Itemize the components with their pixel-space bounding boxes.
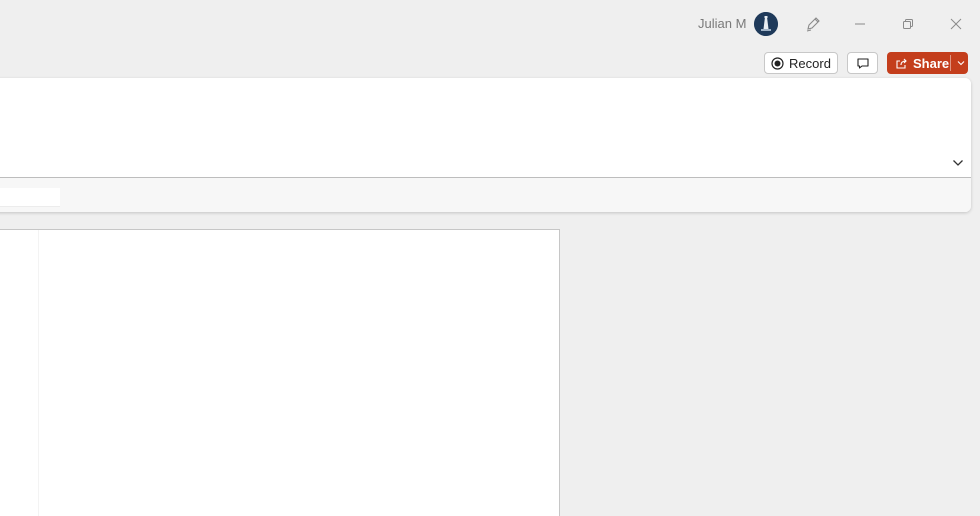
chevron-down-icon (953, 160, 963, 166)
minimize-icon (855, 23, 865, 25)
share-button[interactable]: Share (887, 52, 968, 74)
record-label: Record (789, 55, 831, 71)
ribbon-collapse-button[interactable] (951, 156, 965, 170)
share-label: Share (913, 55, 950, 71)
comments-button[interactable] (847, 52, 878, 74)
minimize-button[interactable] (848, 12, 872, 36)
ribbon-body (0, 78, 971, 177)
close-icon (950, 18, 962, 30)
pen-icon (806, 17, 820, 32)
share-main-button[interactable]: Share (887, 52, 949, 74)
slide-guide-line (38, 230, 39, 516)
pen-button[interactable] (801, 12, 825, 36)
title-bar: Julian M (0, 0, 980, 48)
ribbon (0, 78, 971, 212)
restore-button[interactable] (896, 12, 920, 36)
account-name[interactable]: Julian M (698, 16, 746, 31)
chevron-down-icon (957, 61, 964, 66)
ribbon-lower-bar (0, 178, 971, 212)
record-icon (771, 56, 784, 70)
comment-icon (856, 57, 869, 69)
close-button[interactable] (944, 12, 968, 36)
app-window: Julian M Record Share (0, 0, 980, 516)
avatar-lighthouse-icon (754, 12, 778, 36)
share-dropdown-button[interactable] (953, 52, 968, 74)
record-button[interactable]: Record (764, 52, 838, 74)
share-icon (896, 58, 907, 69)
restore-icon (903, 19, 913, 29)
ribbon-lower-field[interactable] (0, 188, 60, 207)
slide-canvas[interactable] (0, 229, 560, 516)
share-divider (950, 55, 951, 71)
account-avatar[interactable] (754, 12, 778, 36)
